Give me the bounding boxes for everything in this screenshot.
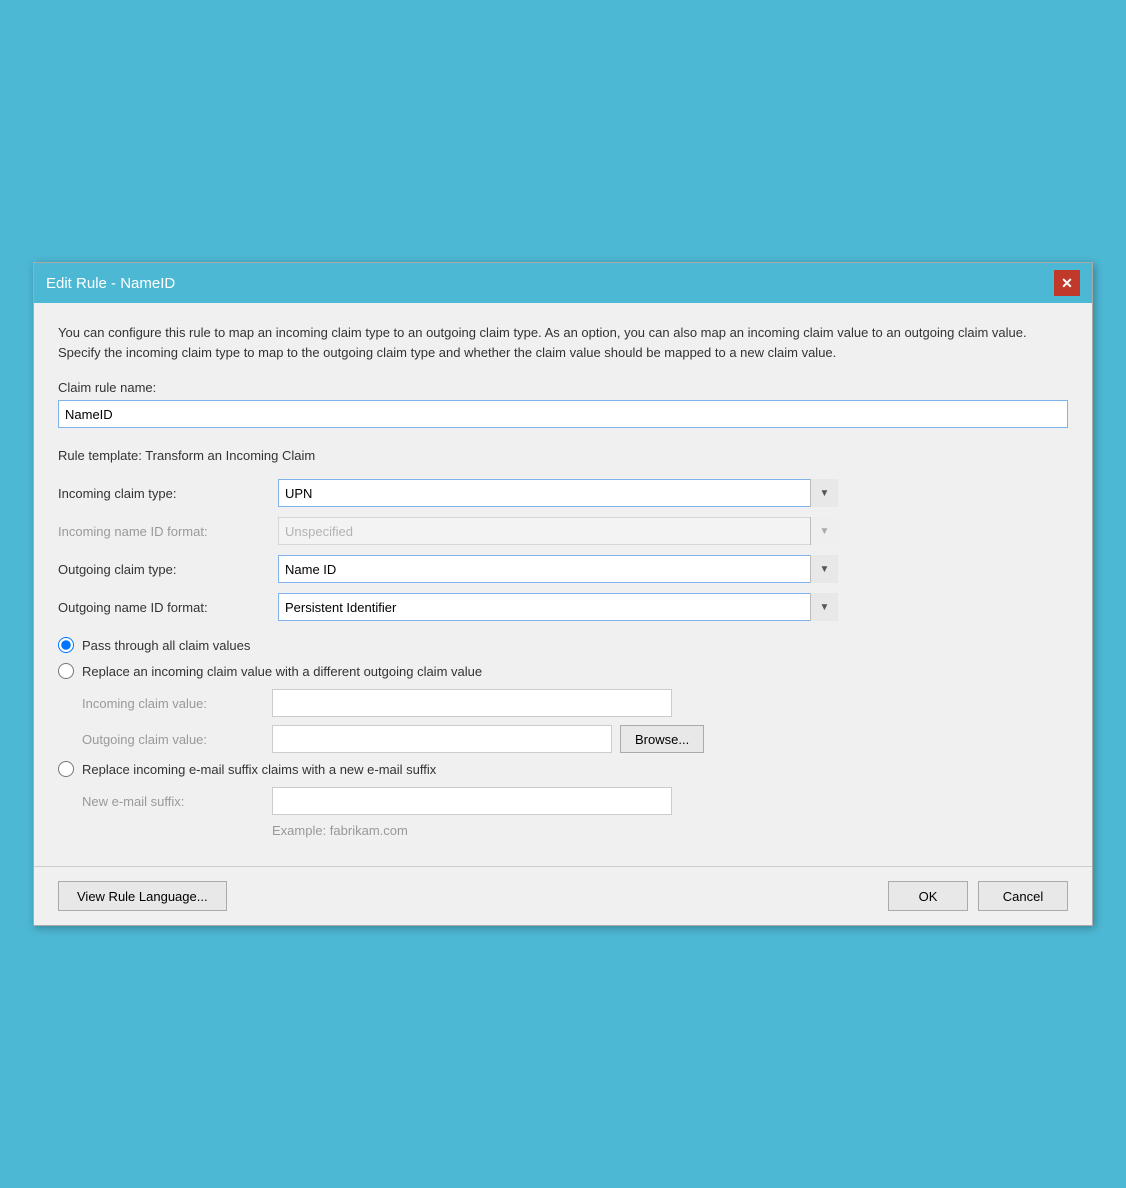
incoming-claim-type-container: UPN E-Mail Address Name Common Name ▼ <box>278 479 838 507</box>
replace-email-suffix-radio[interactable] <box>58 761 74 777</box>
dialog-window: Edit Rule - NameID ✕ You can configure t… <box>33 262 1093 926</box>
incoming-claim-type-select[interactable]: UPN E-Mail Address Name Common Name <box>278 479 838 507</box>
pass-through-radio[interactable] <box>58 637 74 653</box>
outgoing-name-id-format-container: Persistent Identifier Transient Identifi… <box>278 593 838 621</box>
footer-left: View Rule Language... <box>58 881 227 911</box>
footer-right: OK Cancel <box>888 881 1068 911</box>
browse-button[interactable]: Browse... <box>620 725 704 753</box>
incoming-name-id-format-container: Unspecified ▼ <box>278 517 838 545</box>
pass-through-row: Pass through all claim values <box>58 637 1068 653</box>
incoming-claim-type-row: Incoming claim type: UPN E-Mail Address … <box>58 479 1068 507</box>
cancel-button[interactable]: Cancel <box>978 881 1068 911</box>
new-email-suffix-input[interactable] <box>272 787 672 815</box>
replace-email-suffix-label: Replace incoming e-mail suffix claims wi… <box>82 762 436 777</box>
outgoing-claim-type-select[interactable]: Name ID E-Mail Address UPN <box>278 555 838 583</box>
replace-value-row: Replace an incoming claim value with a d… <box>58 663 1068 679</box>
incoming-claim-value-row: Incoming claim value: <box>82 689 1068 717</box>
replace-value-subfields: Incoming claim value: Outgoing claim val… <box>82 689 1068 753</box>
outgoing-claim-value-input[interactable] <box>272 725 612 753</box>
new-email-suffix-row: New e-mail suffix: <box>82 787 1068 815</box>
replace-email-suffix-row: Replace incoming e-mail suffix claims wi… <box>58 761 1068 777</box>
replace-value-radio[interactable] <box>58 663 74 679</box>
incoming-name-id-format-label: Incoming name ID format: <box>58 524 278 539</box>
incoming-claim-value-label: Incoming claim value: <box>82 696 272 711</box>
dialog-title: Edit Rule - NameID <box>46 275 175 292</box>
outgoing-claim-value-row: Outgoing claim value: Browse... <box>82 725 1068 753</box>
incoming-claim-type-label: Incoming claim type: <box>58 486 278 501</box>
ok-button[interactable]: OK <box>888 881 968 911</box>
view-rule-language-button[interactable]: View Rule Language... <box>58 881 227 911</box>
incoming-claim-value-input[interactable] <box>272 689 672 717</box>
claim-rule-name-input[interactable] <box>58 400 1068 428</box>
dialog-content: You can configure this rule to map an in… <box>34 303 1092 866</box>
outgoing-name-id-format-label: Outgoing name ID format: <box>58 600 278 615</box>
incoming-name-id-format-select: Unspecified <box>278 517 838 545</box>
outgoing-name-id-format-select[interactable]: Persistent Identifier Transient Identifi… <box>278 593 838 621</box>
dialog-footer: View Rule Language... OK Cancel <box>34 866 1092 925</box>
claim-rule-name-label: Claim rule name: <box>58 380 1068 395</box>
title-bar: Edit Rule - NameID ✕ <box>34 263 1092 303</box>
radio-group: Pass through all claim values Replace an… <box>58 637 1068 838</box>
email-example-text: Example: fabrikam.com <box>272 823 1068 838</box>
outgoing-claim-value-label: Outgoing claim value: <box>82 732 272 747</box>
pass-through-label: Pass through all claim values <box>82 638 250 653</box>
outgoing-claim-type-label: Outgoing claim type: <box>58 562 278 577</box>
incoming-name-id-format-row: Incoming name ID format: Unspecified ▼ <box>58 517 1068 545</box>
outgoing-name-id-format-row: Outgoing name ID format: Persistent Iden… <box>58 593 1068 621</box>
outgoing-claim-type-row: Outgoing claim type: Name ID E-Mail Addr… <box>58 555 1068 583</box>
email-suffix-subfields: New e-mail suffix: Example: fabrikam.com <box>82 787 1068 838</box>
replace-value-label: Replace an incoming claim value with a d… <box>82 664 482 679</box>
new-email-suffix-label: New e-mail suffix: <box>82 794 272 809</box>
close-button[interactable]: ✕ <box>1054 270 1080 296</box>
outgoing-claim-type-container: Name ID E-Mail Address UPN ▼ <box>278 555 838 583</box>
description-text: You can configure this rule to map an in… <box>58 323 1068 362</box>
rule-template-text: Rule template: Transform an Incoming Cla… <box>58 448 1068 463</box>
